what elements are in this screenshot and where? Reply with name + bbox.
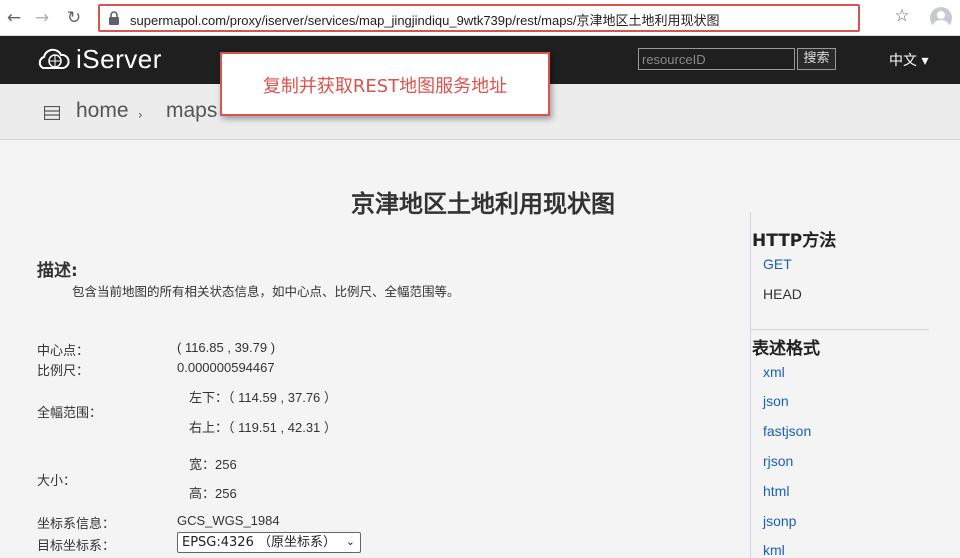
format-kml-link[interactable]: kml	[763, 542, 785, 558]
browser-toolbar: ← → ↻ supermapol.com/proxy/iserver/servi…	[0, 0, 960, 36]
scale-value: 0.000000594467	[177, 360, 275, 375]
size-width: 宽：256	[189, 457, 237, 472]
format-html-link[interactable]: html	[763, 483, 789, 499]
target-crs-select[interactable]: EPSG:4326 （原坐标系） ⌄	[177, 532, 361, 553]
bounds-label: 全幅范围：	[37, 406, 103, 421]
size-height: 高：256	[189, 486, 237, 501]
cloud-globe-icon	[38, 48, 70, 69]
center-value: ( 116.85 , 39.79 )	[177, 340, 276, 355]
reload-icon[interactable]: ↻	[62, 6, 86, 30]
format-jsonp-link[interactable]: jsonp	[763, 513, 796, 529]
sidebar: HTTP方法 GET HEAD 表述格式 xml json fastjson r…	[750, 212, 930, 558]
scale-label: 比例尺：	[37, 364, 90, 379]
format-rjson-link[interactable]: rjson	[763, 453, 793, 469]
logo-text: iServer	[76, 43, 162, 74]
size-label: 大小：	[37, 474, 77, 489]
annotation-callout: 复制并获取REST地图服务地址	[220, 52, 550, 116]
format-xml-link[interactable]: xml	[763, 364, 785, 380]
address-url: supermapol.com/proxy/iserver/services/ma…	[130, 13, 720, 28]
method-get-link[interactable]: GET	[763, 256, 792, 272]
center-label: 中心点：	[37, 344, 90, 359]
language-dropdown[interactable]: 中文 ▾	[889, 50, 928, 70]
formats-heading: 表述格式	[752, 339, 820, 359]
bounds-lower: 左下：（ 114.59 , 37.76 ）	[189, 390, 337, 405]
address-bar[interactable]: supermapol.com/proxy/iserver/services/ma…	[98, 4, 860, 32]
target-crs-label: 目标坐标系：	[37, 539, 116, 554]
breadcrumb-home[interactable]: home	[76, 99, 129, 123]
target-crs-value: EPSG:4326 （原坐标系）	[182, 535, 336, 550]
format-json-link[interactable]: json	[763, 393, 789, 409]
http-methods-heading: HTTP方法	[752, 231, 837, 251]
back-icon[interactable]: ←	[2, 6, 26, 30]
description-heading: 描述:	[37, 261, 78, 281]
crs-value: GCS_WGS_1984	[177, 513, 280, 528]
logo[interactable]: iServer	[36, 42, 162, 76]
avatar-icon[interactable]	[930, 7, 952, 29]
lock-icon	[109, 11, 119, 25]
list-icon	[44, 106, 60, 120]
forward-icon[interactable]: →	[30, 6, 54, 30]
bounds-upper: 右上：（ 119.51 , 42.31 ）	[189, 420, 337, 435]
resource-id-input[interactable]	[638, 48, 795, 70]
breadcrumb-separator: ›	[138, 108, 143, 122]
callout-text: 复制并获取REST地图服务地址	[262, 76, 508, 97]
chevron-down-icon: ⌄	[345, 535, 355, 548]
star-icon[interactable]: ☆	[890, 6, 914, 26]
search-button[interactable]: 搜索	[797, 48, 836, 70]
crs-label: 坐标系信息：	[37, 517, 116, 532]
method-head: HEAD	[763, 286, 802, 302]
sidebar-divider	[751, 329, 929, 330]
breadcrumb-maps[interactable]: maps	[166, 99, 217, 123]
description-text: 包含当前地图的所有相关状态信息，如中心点、比例尺、全幅范围等。	[72, 284, 460, 299]
format-fastjson-link[interactable]: fastjson	[763, 423, 811, 439]
